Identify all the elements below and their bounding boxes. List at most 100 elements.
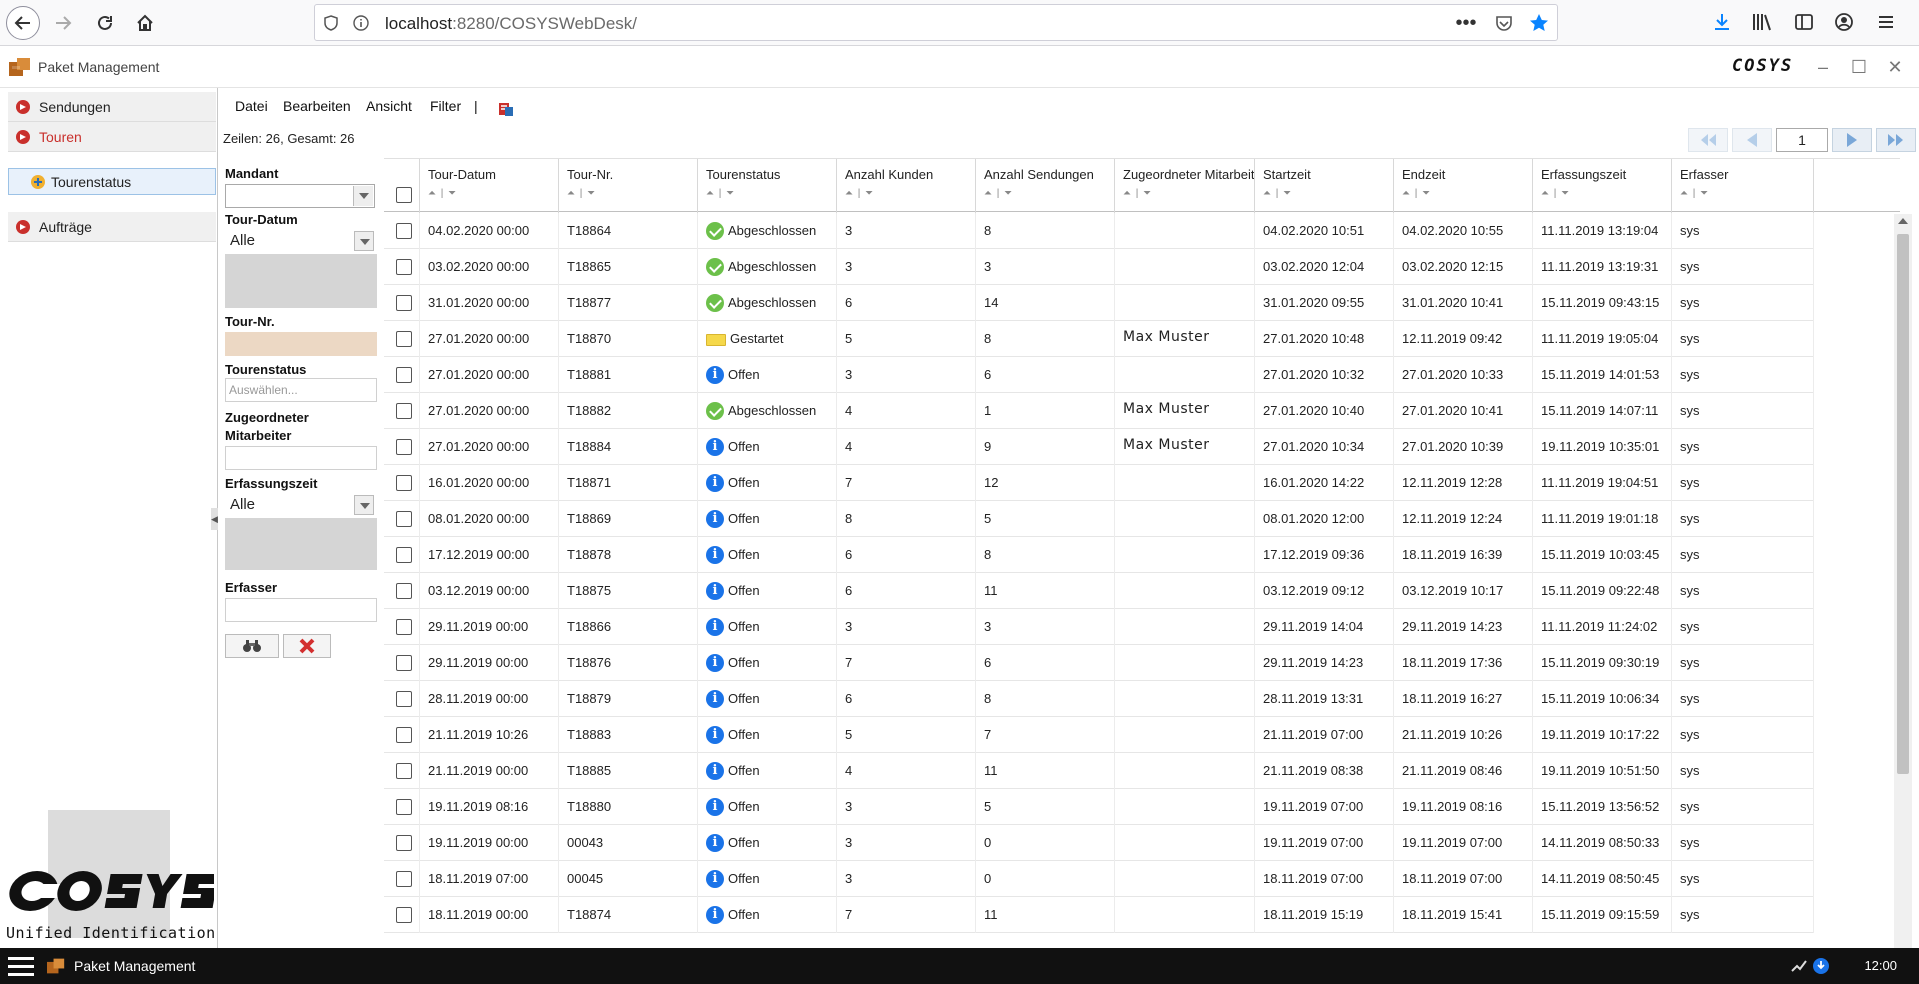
- column-header-anzahl-kunden[interactable]: Anzahl Kunden ⏶ | ⏷: [837, 159, 976, 213]
- collapse-panel-handle[interactable]: ◀: [211, 508, 218, 530]
- column-header-mitarbeiter[interactable]: Zugeordneter Mitarbeiter ⏶ | ⏷: [1115, 159, 1255, 213]
- table-row[interactable]: 19.11.2019 00:00 00043 i Offen 3 0 19.11.2019 …: [384, 825, 1814, 861]
- pocket-icon[interactable]: [1495, 14, 1513, 32]
- nav-subitem-tourenstatus[interactable]: Tourenstatus: [8, 168, 216, 195]
- sort-icons[interactable]: ⏶ | ⏷: [1541, 188, 1671, 199]
- clear-filter-button[interactable]: [283, 634, 331, 658]
- forward-button[interactable]: [46, 6, 80, 40]
- table-row[interactable]: 19.11.2019 08:16 T18880 i Offen 3 5 19.11.2019…: [384, 789, 1814, 825]
- row-checkbox[interactable]: [396, 295, 412, 311]
- column-header-tour-nr[interactable]: Tour-Nr. ⏶ | ⏷: [559, 159, 698, 213]
- row-checkbox[interactable]: [396, 403, 412, 419]
- minimize-button[interactable]: –: [1812, 56, 1834, 78]
- column-header-anzahl-sendungen[interactable]: Anzahl Sendungen ⏶ | ⏷: [976, 159, 1115, 213]
- table-row[interactable]: 16.01.2020 00:00 T18871 i Offen 7 12 16.01.202…: [384, 465, 1814, 501]
- next-page-button[interactable]: [1832, 128, 1872, 152]
- row-checkbox[interactable]: [396, 547, 412, 563]
- row-checkbox[interactable]: [396, 367, 412, 383]
- sort-icons[interactable]: ⏶ | ⏷: [428, 188, 558, 199]
- back-button[interactable]: [6, 6, 40, 40]
- column-header-endzeit[interactable]: Endzeit ⏶ | ⏷: [1394, 159, 1533, 213]
- network-icon[interactable]: [1790, 957, 1808, 975]
- row-checkbox[interactable]: [396, 223, 412, 239]
- table-row[interactable]: 03.12.2019 00:00 T18875 i Offen 6 11 03.12.201…: [384, 573, 1814, 609]
- download-icon[interactable]: [1712, 12, 1732, 32]
- first-page-button[interactable]: [1688, 128, 1728, 152]
- library-icon[interactable]: [1752, 12, 1774, 32]
- start-menu-icon[interactable]: [8, 954, 34, 978]
- tourdatum-range-area[interactable]: [225, 254, 377, 308]
- taskbar-app-button[interactable]: Paket Management: [46, 948, 195, 984]
- menu-datei[interactable]: Datei: [235, 98, 268, 114]
- mitarbeiter-input[interactable]: [225, 446, 377, 470]
- column-header-erfassungszeit[interactable]: Erfassungszeit ⏶ | ⏷: [1533, 159, 1672, 213]
- row-checkbox[interactable]: [396, 259, 412, 275]
- column-header-erfasser[interactable]: Erfasser ⏶ | ⏷: [1672, 159, 1814, 213]
- more-actions-icon[interactable]: •••: [1455, 12, 1477, 34]
- scroll-up-arrow-icon[interactable]: [1898, 218, 1908, 224]
- table-row[interactable]: 04.02.2020 00:00 T18864 Abgeschlossen 3 8 04.…: [384, 213, 1814, 249]
- table-row[interactable]: 27.01.2020 00:00 T18881 i Offen 3 6 27.01.2020…: [384, 357, 1814, 393]
- row-checkbox[interactable]: [396, 691, 412, 707]
- table-row[interactable]: 17.12.2019 00:00 T18878 i Offen 6 8 17.12.2019…: [384, 537, 1814, 573]
- table-row[interactable]: 29.11.2019 00:00 T18876 i Offen 7 6 29.11.2019…: [384, 645, 1814, 681]
- table-row[interactable]: 29.11.2019 00:00 T18866 i Offen 3 3 29.11.2019…: [384, 609, 1814, 645]
- export-icon[interactable]: [497, 100, 515, 118]
- row-checkbox[interactable]: [396, 835, 412, 851]
- table-row[interactable]: 27.01.2020 00:00 T18870 Gestartet 5 8 Max Mus…: [384, 321, 1814, 357]
- row-checkbox[interactable]: [396, 583, 412, 599]
- sidebar-icon[interactable]: [1794, 12, 1814, 32]
- column-header-tourenstatus[interactable]: Tourenstatus ⏶ | ⏷: [698, 159, 837, 213]
- menu-bearbeiten[interactable]: Bearbeiten: [283, 98, 351, 114]
- table-row[interactable]: 08.01.2020 00:00 T18869 i Offen 8 5 08.01.2020…: [384, 501, 1814, 537]
- sort-icons[interactable]: ⏶ | ⏷: [567, 188, 697, 199]
- nav-item-sendungen[interactable]: Sendungen: [8, 92, 216, 122]
- reload-button[interactable]: [88, 6, 122, 40]
- tournr-input[interactable]: [225, 332, 377, 356]
- grid-scrollbar[interactable]: [1894, 214, 1912, 948]
- erfasser-input[interactable]: [225, 598, 377, 622]
- last-page-button[interactable]: [1876, 128, 1916, 152]
- account-icon[interactable]: [1834, 12, 1854, 32]
- table-row[interactable]: 31.01.2020 00:00 T18877 Abgeschlossen 6 14 31…: [384, 285, 1814, 321]
- table-row[interactable]: 28.11.2019 00:00 T18879 i Offen 6 8 28.11.2019…: [384, 681, 1814, 717]
- sort-icons[interactable]: ⏶ | ⏷: [984, 188, 1114, 199]
- sort-icons[interactable]: ⏶ | ⏷: [1680, 188, 1813, 199]
- search-button[interactable]: [225, 634, 279, 658]
- mandant-select[interactable]: [225, 184, 375, 208]
- row-checkbox[interactable]: [396, 907, 412, 923]
- column-header-startzeit[interactable]: Startzeit ⏶ | ⏷: [1255, 159, 1394, 213]
- sort-icons[interactable]: ⏶ | ⏷: [1123, 188, 1254, 199]
- row-checkbox[interactable]: [396, 475, 412, 491]
- sort-icons[interactable]: ⏶ | ⏷: [706, 188, 836, 199]
- table-row[interactable]: 18.11.2019 07:00 00045 i Offen 3 0 18.11.2019 …: [384, 861, 1814, 897]
- table-row[interactable]: 27.01.2020 00:00 T18884 i Offen 4 9 Max Muster…: [384, 429, 1814, 465]
- close-button[interactable]: ✕: [1884, 56, 1906, 78]
- row-checkbox[interactable]: [396, 799, 412, 815]
- table-row[interactable]: 03.02.2020 00:00 T18865 Abgeschlossen 3 3 03.…: [384, 249, 1814, 285]
- previous-page-button[interactable]: [1732, 128, 1772, 152]
- row-checkbox[interactable]: [396, 439, 412, 455]
- erfassungszeit-range-area[interactable]: [225, 518, 377, 570]
- menu-ansicht[interactable]: Ansicht: [366, 98, 412, 114]
- row-checkbox[interactable]: [396, 763, 412, 779]
- sort-icons[interactable]: ⏶ | ⏷: [845, 188, 975, 199]
- home-button[interactable]: [128, 6, 162, 40]
- hamburger-menu-icon[interactable]: [1876, 12, 1896, 32]
- page-number-input[interactable]: 1: [1776, 128, 1828, 152]
- select-all-checkbox[interactable]: [396, 187, 412, 203]
- scrollbar-thumb[interactable]: [1897, 234, 1909, 774]
- tourdatum-select[interactable]: Alle: [225, 230, 375, 254]
- row-checkbox[interactable]: [396, 871, 412, 887]
- erfassungszeit-select[interactable]: Alle: [225, 494, 375, 518]
- info-icon[interactable]: [353, 15, 369, 31]
- table-row[interactable]: 18.11.2019 00:00 T18874 i Offen 7 11 18.11.201…: [384, 897, 1814, 933]
- nav-item-auftraege[interactable]: Aufträge: [8, 212, 216, 242]
- sort-icons[interactable]: ⏶ | ⏷: [1263, 188, 1393, 199]
- bookmark-star-icon[interactable]: [1529, 13, 1549, 33]
- row-checkbox[interactable]: [396, 511, 412, 527]
- sort-icons[interactable]: ⏶ | ⏷: [1402, 188, 1532, 199]
- table-row[interactable]: 27.01.2020 00:00 T18882 Abgeschlossen 4 1 Max…: [384, 393, 1814, 429]
- row-checkbox[interactable]: [396, 655, 412, 671]
- nav-item-touren[interactable]: Touren: [8, 122, 216, 152]
